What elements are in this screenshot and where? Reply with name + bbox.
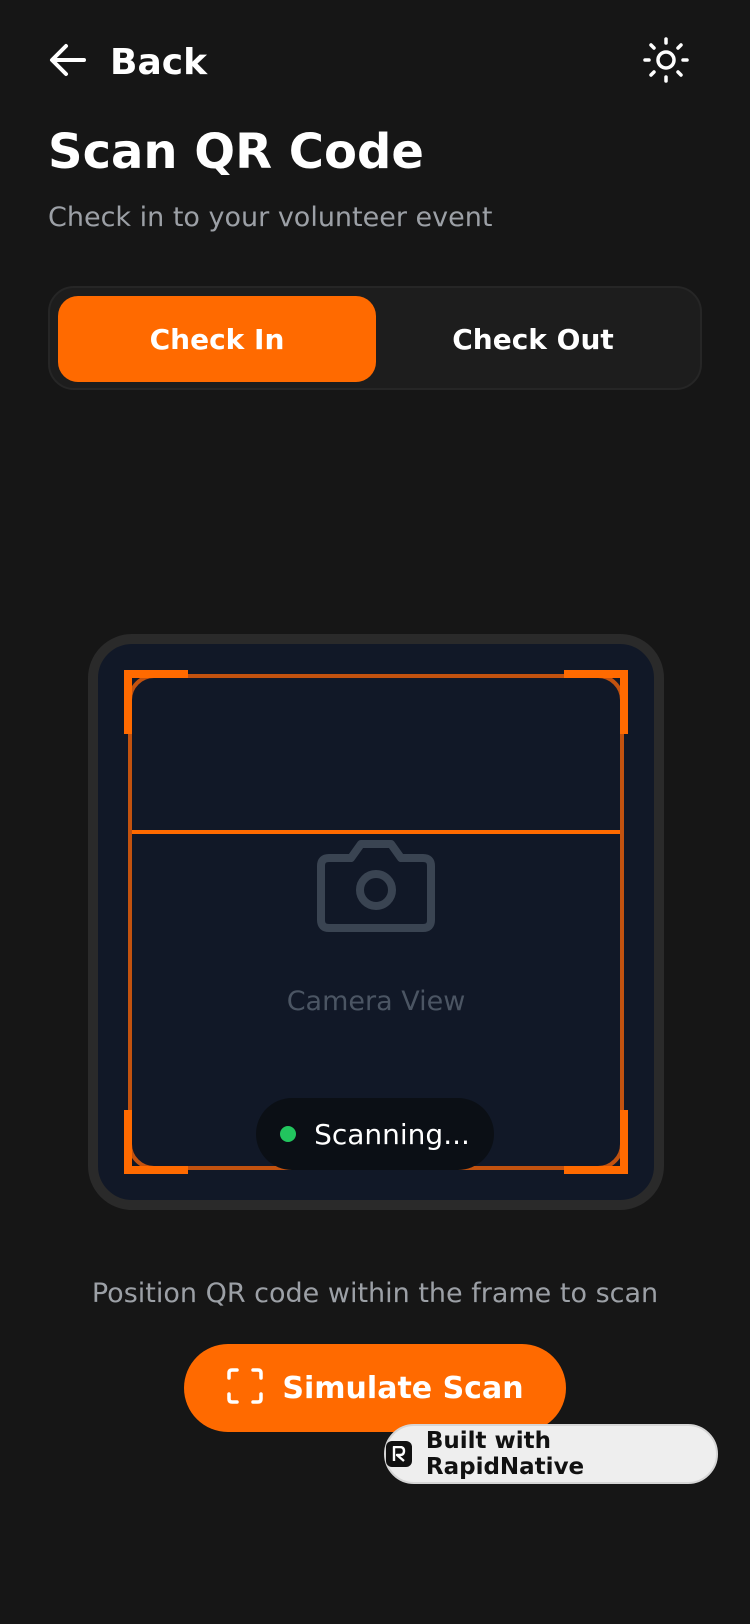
camera-view-label: Camera View [286, 986, 466, 1017]
rapidnative-logo-icon [386, 1441, 412, 1467]
simulate-scan-label: Simulate Scan [282, 1370, 524, 1406]
arrow-left-icon [48, 40, 88, 84]
scan-corner-top-right [564, 670, 628, 734]
sun-icon [643, 37, 689, 87]
tab-check-out[interactable]: Check Out [374, 296, 692, 382]
simulate-scan-button[interactable]: Simulate Scan [184, 1344, 566, 1432]
camera-icon [315, 836, 437, 936]
scan-frame-icon [226, 1367, 264, 1409]
back-label: Back [110, 41, 208, 83]
page-title: Scan QR Code [48, 124, 424, 180]
scanning-status-badge: Scanning... [256, 1098, 494, 1170]
built-with-badge[interactable]: Built with RapidNative [384, 1424, 718, 1484]
page-subtitle: Check in to your volunteer event [48, 202, 493, 233]
back-button[interactable]: Back [48, 38, 207, 86]
scan-corner-bottom-right [564, 1110, 628, 1174]
status-dot [280, 1126, 297, 1142]
theme-toggle-button[interactable] [642, 37, 690, 87]
status-text: Scanning... [314, 1117, 470, 1151]
scan-corner-top-left [124, 670, 188, 734]
scan-instruction: Position QR code within the frame to sca… [91, 1278, 659, 1309]
scan-corner-bottom-left [124, 1110, 188, 1174]
check-mode-toggle: Check In Check Out [48, 286, 702, 390]
scan-line [132, 830, 620, 834]
built-with-label: Built with RapidNative [425, 1428, 585, 1480]
tab-check-in[interactable]: Check In [58, 296, 376, 382]
